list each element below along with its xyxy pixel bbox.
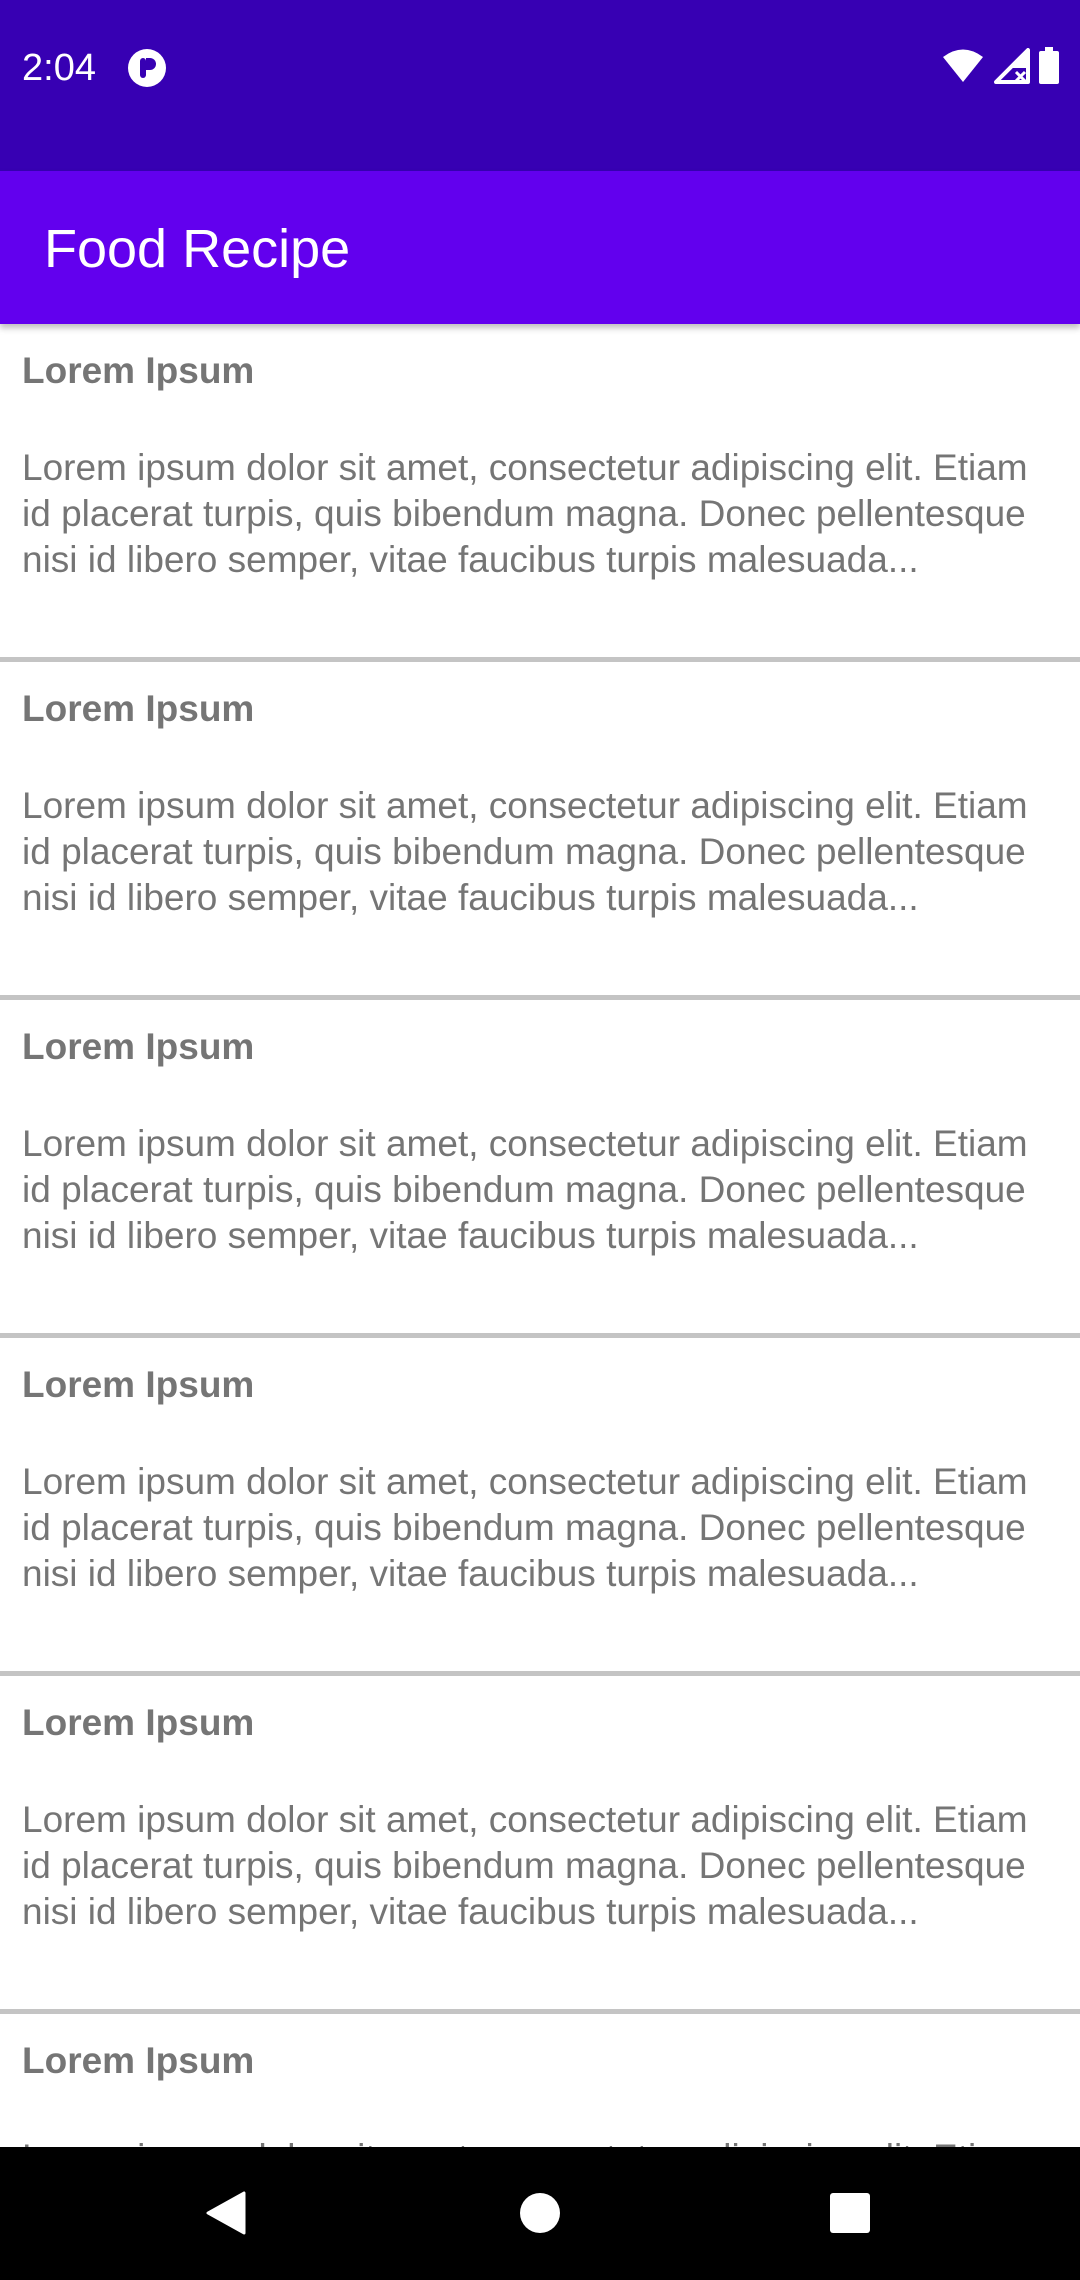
recipe-title: Lorem Ipsum	[22, 1026, 255, 1067]
recipe-title: Lorem Ipsum	[22, 1364, 255, 1405]
app-bar: Food Recipe	[0, 171, 1080, 324]
recipe-description: Lorem ipsum dolor sit amet, consectetur …	[22, 1799, 1028, 1932]
battery-icon	[1038, 46, 1060, 90]
signal-icon	[992, 47, 1030, 89]
recipe-list-item[interactable]: Lorem Ipsum Lorem ipsum dolor sit amet, …	[0, 1338, 1080, 1676]
status-time: 2:04	[22, 47, 96, 89]
recipe-title: Lorem Ipsum	[22, 1702, 255, 1743]
home-icon[interactable]	[504, 2177, 576, 2249]
recipe-description: Lorem ipsum dolor sit amet, consectetur …	[22, 447, 1028, 580]
recipe-list-item[interactable]: Lorem Ipsum Lorem ipsum dolor sit amet, …	[0, 1676, 1080, 2014]
recipe-list-item[interactable]: Lorem Ipsum Lorem ipsum dolor sit amet, …	[0, 324, 1080, 662]
recipe-title: Lorem Ipsum	[22, 350, 255, 391]
recipe-description: Lorem ipsum dolor sit amet, consectetur …	[22, 1123, 1028, 1256]
recipe-description: Lorem ipsum dolor sit amet, consectetur …	[22, 2135, 1042, 2147]
recipe-title: Lorem Ipsum	[22, 688, 255, 729]
back-icon[interactable]	[190, 2177, 262, 2249]
recipe-description: Lorem ipsum dolor sit amet, consectetur …	[22, 1461, 1028, 1594]
app-notification-icon	[127, 48, 167, 88]
status-bar: 2:04	[0, 0, 1080, 171]
navigation-bar	[0, 2147, 1080, 2280]
app-title: Food Recipe	[44, 219, 351, 279]
wifi-icon	[942, 48, 984, 89]
recipe-list-item[interactable]: Lorem Ipsum Lorem ipsum dolor sit amet, …	[0, 662, 1080, 1000]
screen: 2:04 Food Recipe Lorem Ipsum Lorem ipsum…	[0, 0, 1080, 2280]
recipe-title: Lorem Ipsum	[22, 2040, 255, 2081]
recipe-description: Lorem ipsum dolor sit amet, consectetur …	[22, 785, 1028, 918]
recipe-list-item[interactable]: Lorem Ipsum Lorem ipsum dolor sit amet, …	[0, 2014, 1080, 2147]
recipe-list[interactable]: Lorem Ipsum Lorem ipsum dolor sit amet, …	[0, 324, 1080, 2147]
status-icons	[942, 46, 1060, 90]
recipe-list-item[interactable]: Lorem Ipsum Lorem ipsum dolor sit amet, …	[0, 1000, 1080, 1338]
recents-icon[interactable]	[814, 2177, 886, 2249]
